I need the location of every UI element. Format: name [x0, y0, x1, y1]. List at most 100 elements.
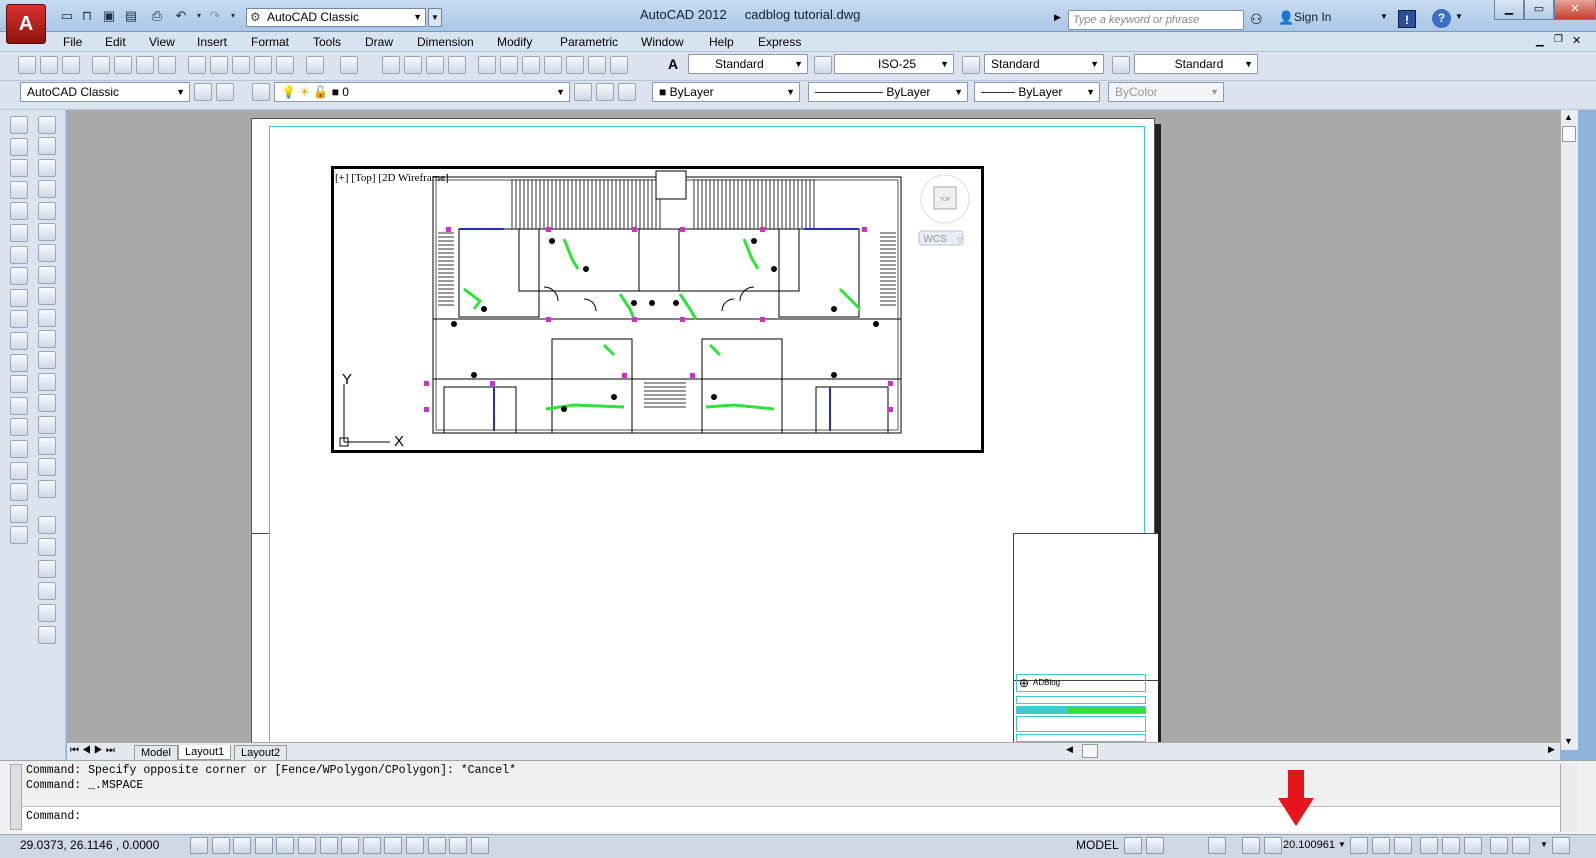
extend-icon[interactable]	[38, 330, 56, 348]
infer-constraints-toggle[interactable]	[190, 837, 208, 854]
match-properties-icon[interactable]	[254, 56, 272, 74]
text-edit-icon[interactable]	[38, 604, 56, 622]
open-icon[interactable]: ⊓	[78, 8, 96, 24]
tool-palettes-icon[interactable]	[522, 56, 540, 74]
menu-dimension[interactable]: Dimension	[417, 35, 474, 49]
hardware-acceleration-icon[interactable]	[1464, 837, 1482, 854]
line-icon[interactable]	[10, 116, 28, 134]
construction-line-icon[interactable]	[10, 137, 28, 156]
plot-icon[interactable]: ⎙	[148, 8, 166, 24]
exchange-icon[interactable]: !	[1398, 10, 1416, 28]
mleader-style-select[interactable]: Standard ▼	[1134, 54, 1258, 74]
zoom-window-icon[interactable]	[426, 56, 444, 74]
menu-draw[interactable]: Draw	[365, 35, 393, 49]
tab-layout2[interactable]: Layout2	[234, 745, 288, 761]
menu-format[interactable]: Format	[251, 35, 289, 49]
layer-previous-icon[interactable]	[596, 83, 614, 101]
table-style-select[interactable]: Standard ▼	[984, 54, 1104, 74]
zoom-previous-icon[interactable]	[448, 56, 466, 74]
plot-preview-icon[interactable]	[114, 56, 132, 74]
circle-icon[interactable]	[10, 245, 28, 264]
redo-icon[interactable]	[340, 56, 358, 74]
grid-display-toggle[interactable]	[233, 837, 252, 854]
layer-select[interactable]: 💡 ☀ 🔓 ■ 0 ▼	[274, 82, 570, 102]
polyline-icon[interactable]	[10, 159, 28, 178]
save-as-icon[interactable]: ▤	[122, 8, 140, 24]
vertical-scrollbar[interactable]	[1560, 110, 1578, 750]
wcs-dropdown-icon[interactable]: ▽	[957, 237, 963, 244]
layer-state-icon[interactable]	[618, 83, 636, 101]
menu-edit[interactable]: Edit	[105, 35, 126, 49]
hscroll-right-icon[interactable]: ▶	[1548, 744, 1560, 758]
paste-special-icon[interactable]	[38, 626, 56, 644]
object-snap-tracking-toggle[interactable]	[341, 837, 360, 854]
ortho-mode-toggle[interactable]	[254, 837, 273, 854]
doc-restore-icon[interactable]: ❐	[1554, 34, 1563, 45]
hatch-icon[interactable]	[10, 418, 28, 437]
open-icon[interactable]	[40, 56, 58, 74]
markup-icon[interactable]	[566, 56, 584, 74]
workspace-select[interactable]: ⚙ AutoCAD Classic ▼	[246, 8, 426, 27]
undo-icon[interactable]	[306, 56, 324, 74]
vscroll-thumb[interactable]	[1562, 126, 1576, 142]
ellipse-arc-icon[interactable]	[10, 332, 28, 350]
design-center-icon[interactable]	[500, 56, 518, 74]
tab-model[interactable]: Model	[134, 745, 178, 761]
explode-icon[interactable]	[38, 479, 56, 498]
sign-in-button[interactable]: Sign In	[1294, 10, 1331, 24]
offset-icon[interactable]	[38, 180, 56, 199]
arc-icon[interactable]	[10, 224, 28, 242]
annotation-scale-icon[interactable]	[1372, 837, 1390, 854]
dynamic-ucs-toggle[interactable]	[362, 837, 381, 854]
properties-icon[interactable]	[478, 56, 496, 74]
scale-icon[interactable]	[38, 265, 56, 284]
undo-icon[interactable]: ↶	[172, 8, 190, 24]
draw-order-back-icon[interactable]	[38, 538, 56, 556]
show-lineweight-toggle[interactable]	[406, 837, 424, 854]
new-icon[interactable]: ▭	[58, 8, 76, 24]
command-scrollbar[interactable]	[1560, 764, 1578, 832]
linetype-select[interactable]: ──────── ByLayer ▼	[808, 82, 968, 102]
save-icon[interactable]	[62, 56, 80, 74]
hscroll-thumb[interactable]	[1082, 744, 1098, 758]
mleader-style-icon[interactable]	[1112, 56, 1130, 74]
workspace-lock-icon[interactable]	[216, 83, 234, 101]
dim-style-select[interactable]: ISO-25 ▼	[834, 54, 954, 74]
menu-parametric[interactable]: Parametric	[560, 35, 618, 49]
3d-object-snap-toggle[interactable]	[319, 837, 338, 854]
mirror-icon[interactable]	[38, 158, 56, 177]
menu-modify[interactable]: Modify	[497, 35, 532, 49]
viewport-scale-icon[interactable]	[1264, 837, 1282, 854]
region-icon[interactable]	[10, 461, 28, 480]
lineweight-select[interactable]: ──── ByLayer ▼	[974, 82, 1100, 102]
sheet-set-icon[interactable]	[544, 56, 562, 74]
snap-mode-toggle[interactable]	[211, 837, 230, 854]
auto-scale-icon[interactable]	[1394, 837, 1412, 854]
polygon-icon[interactable]	[10, 180, 28, 199]
coordinates-display[interactable]: 29.0373, 26.1146 , 0.0000	[20, 838, 159, 852]
maximize-viewport-icon[interactable]	[1208, 837, 1226, 854]
text-style-select[interactable]: Standard ▼	[688, 54, 808, 74]
search-input[interactable]: Type a keyword or phrase	[1068, 10, 1244, 30]
maximize-button[interactable]: ▭	[1524, 0, 1554, 20]
viewport-lock-icon[interactable]	[1242, 837, 1260, 854]
lock-ui-icon[interactable]	[1442, 837, 1460, 854]
menu-file[interactable]: File	[63, 35, 82, 49]
copy-icon[interactable]	[210, 56, 228, 74]
break-at-point-icon[interactable]	[38, 351, 56, 370]
object-snap-toggle[interactable]	[298, 837, 316, 854]
blend-curves-icon[interactable]	[38, 458, 56, 477]
qnew-icon[interactable]	[18, 56, 36, 74]
redo-icon[interactable]: ↷	[206, 8, 224, 24]
plotstyle-select[interactable]: ByColor ▼	[1108, 82, 1224, 102]
make-block-icon[interactable]	[10, 375, 28, 394]
trim-icon[interactable]	[38, 308, 56, 327]
move-icon[interactable]	[38, 223, 56, 241]
dim-style-icon[interactable]	[814, 56, 832, 74]
point-icon[interactable]	[10, 396, 28, 415]
quick-view-layouts-icon[interactable]	[1124, 837, 1142, 854]
fillet-icon[interactable]	[38, 437, 56, 455]
copy-object-icon[interactable]	[38, 137, 56, 156]
scale-dropdown-icon[interactable]: ▼	[1338, 840, 1346, 849]
make-current-layer-icon[interactable]	[574, 83, 592, 101]
